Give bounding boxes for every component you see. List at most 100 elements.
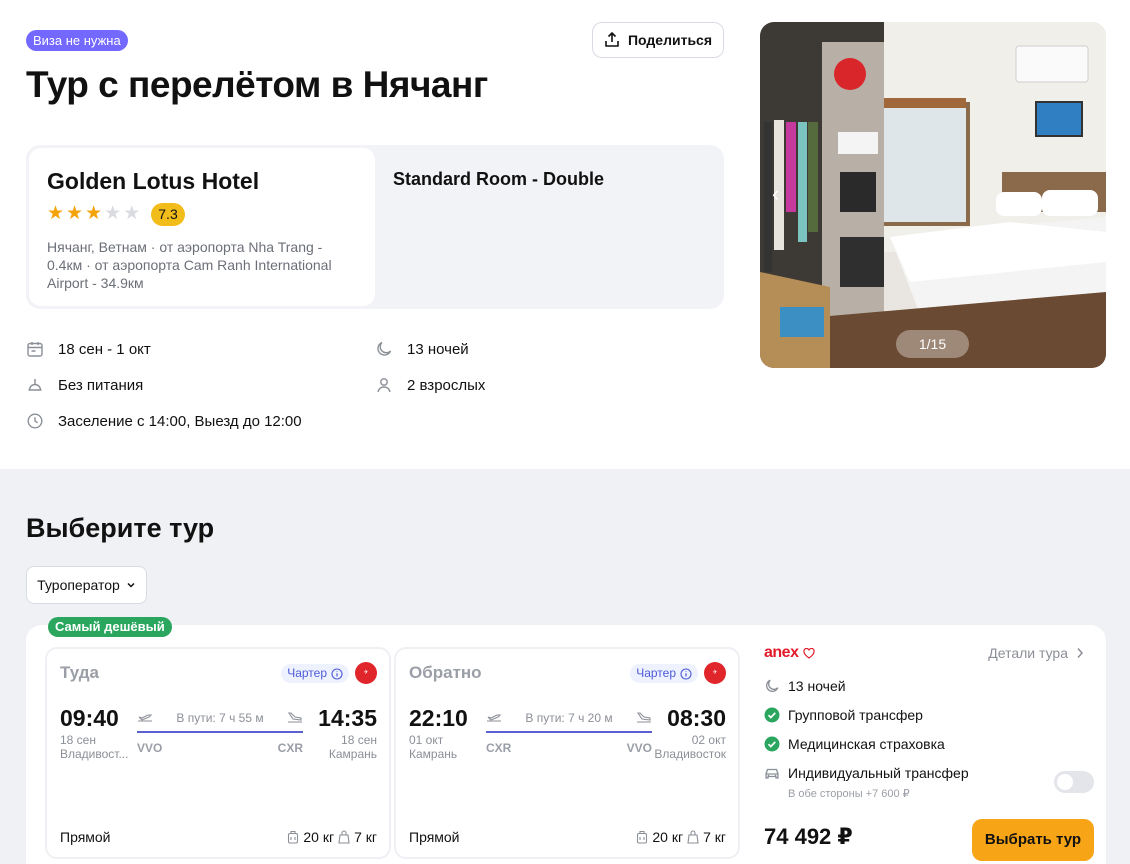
cheapest-badge: Самый дешёвый — [48, 617, 172, 637]
individual-transfer-toggle[interactable] — [1054, 771, 1094, 793]
landing-icon — [287, 712, 302, 723]
share-icon — [605, 32, 619, 47]
hotel-photo-gallery[interactable]: ‹ › 1/15 — [760, 22, 1106, 368]
baggage-info: 20 кг 7 кг — [636, 829, 726, 845]
operator-filter-dropdown[interactable]: Туроператор — [26, 566, 147, 604]
departure-time: 22:10 — [409, 705, 468, 731]
hotel-room-box: Golden Lotus Hotel ★ ★ ★ ★ ★ 7.3 Нячанг,… — [26, 145, 724, 309]
suitcase-icon — [288, 830, 299, 844]
feature-individual-text: Индивидуальный трансфер — [788, 765, 969, 781]
flight-route: В пути: 7 ч 20 м CXR VVO — [486, 709, 652, 755]
charter-badge[interactable]: Чартер — [281, 664, 349, 683]
travel-duration: В пути: 7 ч 55 м — [176, 711, 264, 725]
clock-icon — [27, 413, 43, 429]
charter-label: Чартер — [287, 666, 327, 680]
operator-logo[interactable]: anex — [764, 644, 816, 662]
heart-icon[interactable] — [803, 647, 816, 659]
guests-item: 2 взрослых — [375, 376, 485, 394]
baggage-info: 20 кг 7 кг — [287, 829, 377, 845]
arrival-time: 08:30 — [667, 705, 726, 731]
select-tour-button[interactable]: Выбрать тур — [972, 819, 1094, 861]
flight-direction: Обратно — [409, 663, 482, 682]
departure-iata: CXR — [486, 741, 512, 755]
nights-text: 13 ночей — [407, 340, 469, 358]
departure-time: 09:40 — [60, 705, 119, 731]
flight-route: В пути: 7 ч 55 м VVO CXR — [137, 709, 303, 755]
room-name: Standard Room - Double — [393, 169, 604, 189]
feature-transfer-text: Групповой трансфер — [788, 707, 923, 723]
calendar-icon — [27, 342, 43, 357]
tour-price: 74 492 ₽ — [764, 824, 853, 849]
star-icon: ★ — [66, 203, 84, 224]
moon-icon — [766, 679, 779, 692]
departure-info: 18 сен Владивост... — [60, 733, 130, 761]
baggage-weight: 20 кг — [652, 829, 684, 845]
flight-type: Прямой — [60, 829, 111, 845]
feature-nights-text: 13 ночей — [788, 678, 846, 694]
dates-text: 18 сен - 1 окт — [58, 340, 151, 358]
dates-item: 18 сен - 1 окт — [26, 340, 151, 358]
flight-type: Прямой — [409, 829, 460, 845]
gallery-next-button[interactable]: › — [1087, 182, 1094, 206]
charter-badge[interactable]: Чартер — [630, 664, 698, 683]
check-circle-icon — [764, 736, 780, 752]
airline-logo-icon: ✈ — [355, 662, 377, 684]
hotel-card[interactable]: Golden Lotus Hotel ★ ★ ★ ★ ★ 7.3 Нячанг,… — [29, 148, 375, 306]
departure-iata: VVO — [137, 741, 163, 755]
departure-date: 01 окт — [409, 733, 444, 747]
car-icon — [765, 768, 779, 779]
flight-direction: Туда — [60, 663, 100, 682]
share-button[interactable]: Поделиться — [592, 22, 724, 58]
feature-transfer: Групповой трансфер — [764, 707, 923, 723]
checkin-item: Заселение с 14:00, Выезд до 12:00 — [26, 412, 302, 430]
tour-details-link[interactable]: Детали тура — [988, 645, 1084, 661]
chevron-right-icon: › — [1086, 181, 1094, 206]
star-icon: ★ — [85, 203, 103, 224]
photo-counter: 1/15 — [896, 330, 969, 358]
arrival-city: Камрань — [328, 747, 377, 761]
share-label: Поделиться — [627, 32, 713, 48]
hand-luggage-weight: 7 кг — [354, 829, 377, 845]
feature-insurance-text: Медицинская страховка — [788, 736, 945, 752]
feature-insurance: Медицинская страховка — [764, 736, 945, 752]
tour-offer-card: Самый дешёвый Туда Чартер ✈ 09:40 18 сен… — [26, 617, 1106, 864]
departure-city: Камрань — [409, 747, 458, 761]
operator-name: anex — [764, 644, 799, 661]
arrival-date: 02 окт — [691, 733, 726, 747]
return-flight-card[interactable]: Обратно Чартер ✈ 22:10 01 окт Камрань В … — [394, 647, 740, 859]
hotel-room-photo — [760, 22, 1106, 368]
airline-logo-icon: ✈ — [704, 662, 726, 684]
choose-tour-title: Выберите тур — [26, 513, 215, 543]
choose-tour-section: Выберите тур Туроператор Самый дешёвый Т… — [0, 469, 1130, 864]
chevron-down-icon — [127, 582, 135, 588]
hand-luggage-weight: 7 кг — [703, 829, 726, 845]
star-icon: ★ — [123, 203, 141, 224]
tour-summary: anex Детали тура 13 ночей Групповой тран… — [764, 625, 1094, 864]
rating-badge: 7.3 — [151, 203, 185, 226]
arrival-time: 14:35 — [318, 705, 377, 731]
hotel-name: Golden Lotus Hotel — [47, 168, 260, 194]
moon-icon — [377, 341, 392, 356]
arrival-date: 18 сен — [341, 733, 377, 747]
guests-text: 2 взрослых — [407, 376, 486, 394]
operator-filter-label: Туроператор — [37, 577, 120, 593]
tour-details-label: Детали тура — [988, 645, 1068, 661]
feature-individual-transfer: Индивидуальный трансфер — [764, 765, 969, 781]
meal-item: Без питания — [26, 376, 143, 394]
cloche-icon — [28, 379, 42, 391]
gallery-prev-button[interactable]: ‹ — [772, 182, 779, 206]
chevron-right-icon — [1077, 648, 1084, 658]
nights-item: 13 ночей — [375, 340, 469, 358]
star-icon: ★ — [104, 203, 122, 224]
feature-individual-subtext: В обе стороны +7 600 ₽ — [788, 788, 910, 800]
hotel-stars: ★ ★ ★ ★ ★ — [47, 204, 140, 224]
visa-badge: Виза не нужна — [26, 30, 128, 51]
route-line — [137, 731, 303, 733]
handbag-icon — [338, 830, 350, 844]
info-icon — [331, 667, 343, 680]
outbound-flight-card[interactable]: Туда Чартер ✈ 09:40 18 сен Владивост... … — [45, 647, 391, 859]
tour-header-section: Виза не нужна Поделиться Тур с перелётом… — [0, 0, 1130, 469]
star-icon: ★ — [47, 203, 65, 224]
departure-info: 01 окт Камрань — [409, 733, 479, 761]
hotel-location: Нячанг, Ветнам · от аэропорта Nha Trang … — [47, 239, 332, 291]
